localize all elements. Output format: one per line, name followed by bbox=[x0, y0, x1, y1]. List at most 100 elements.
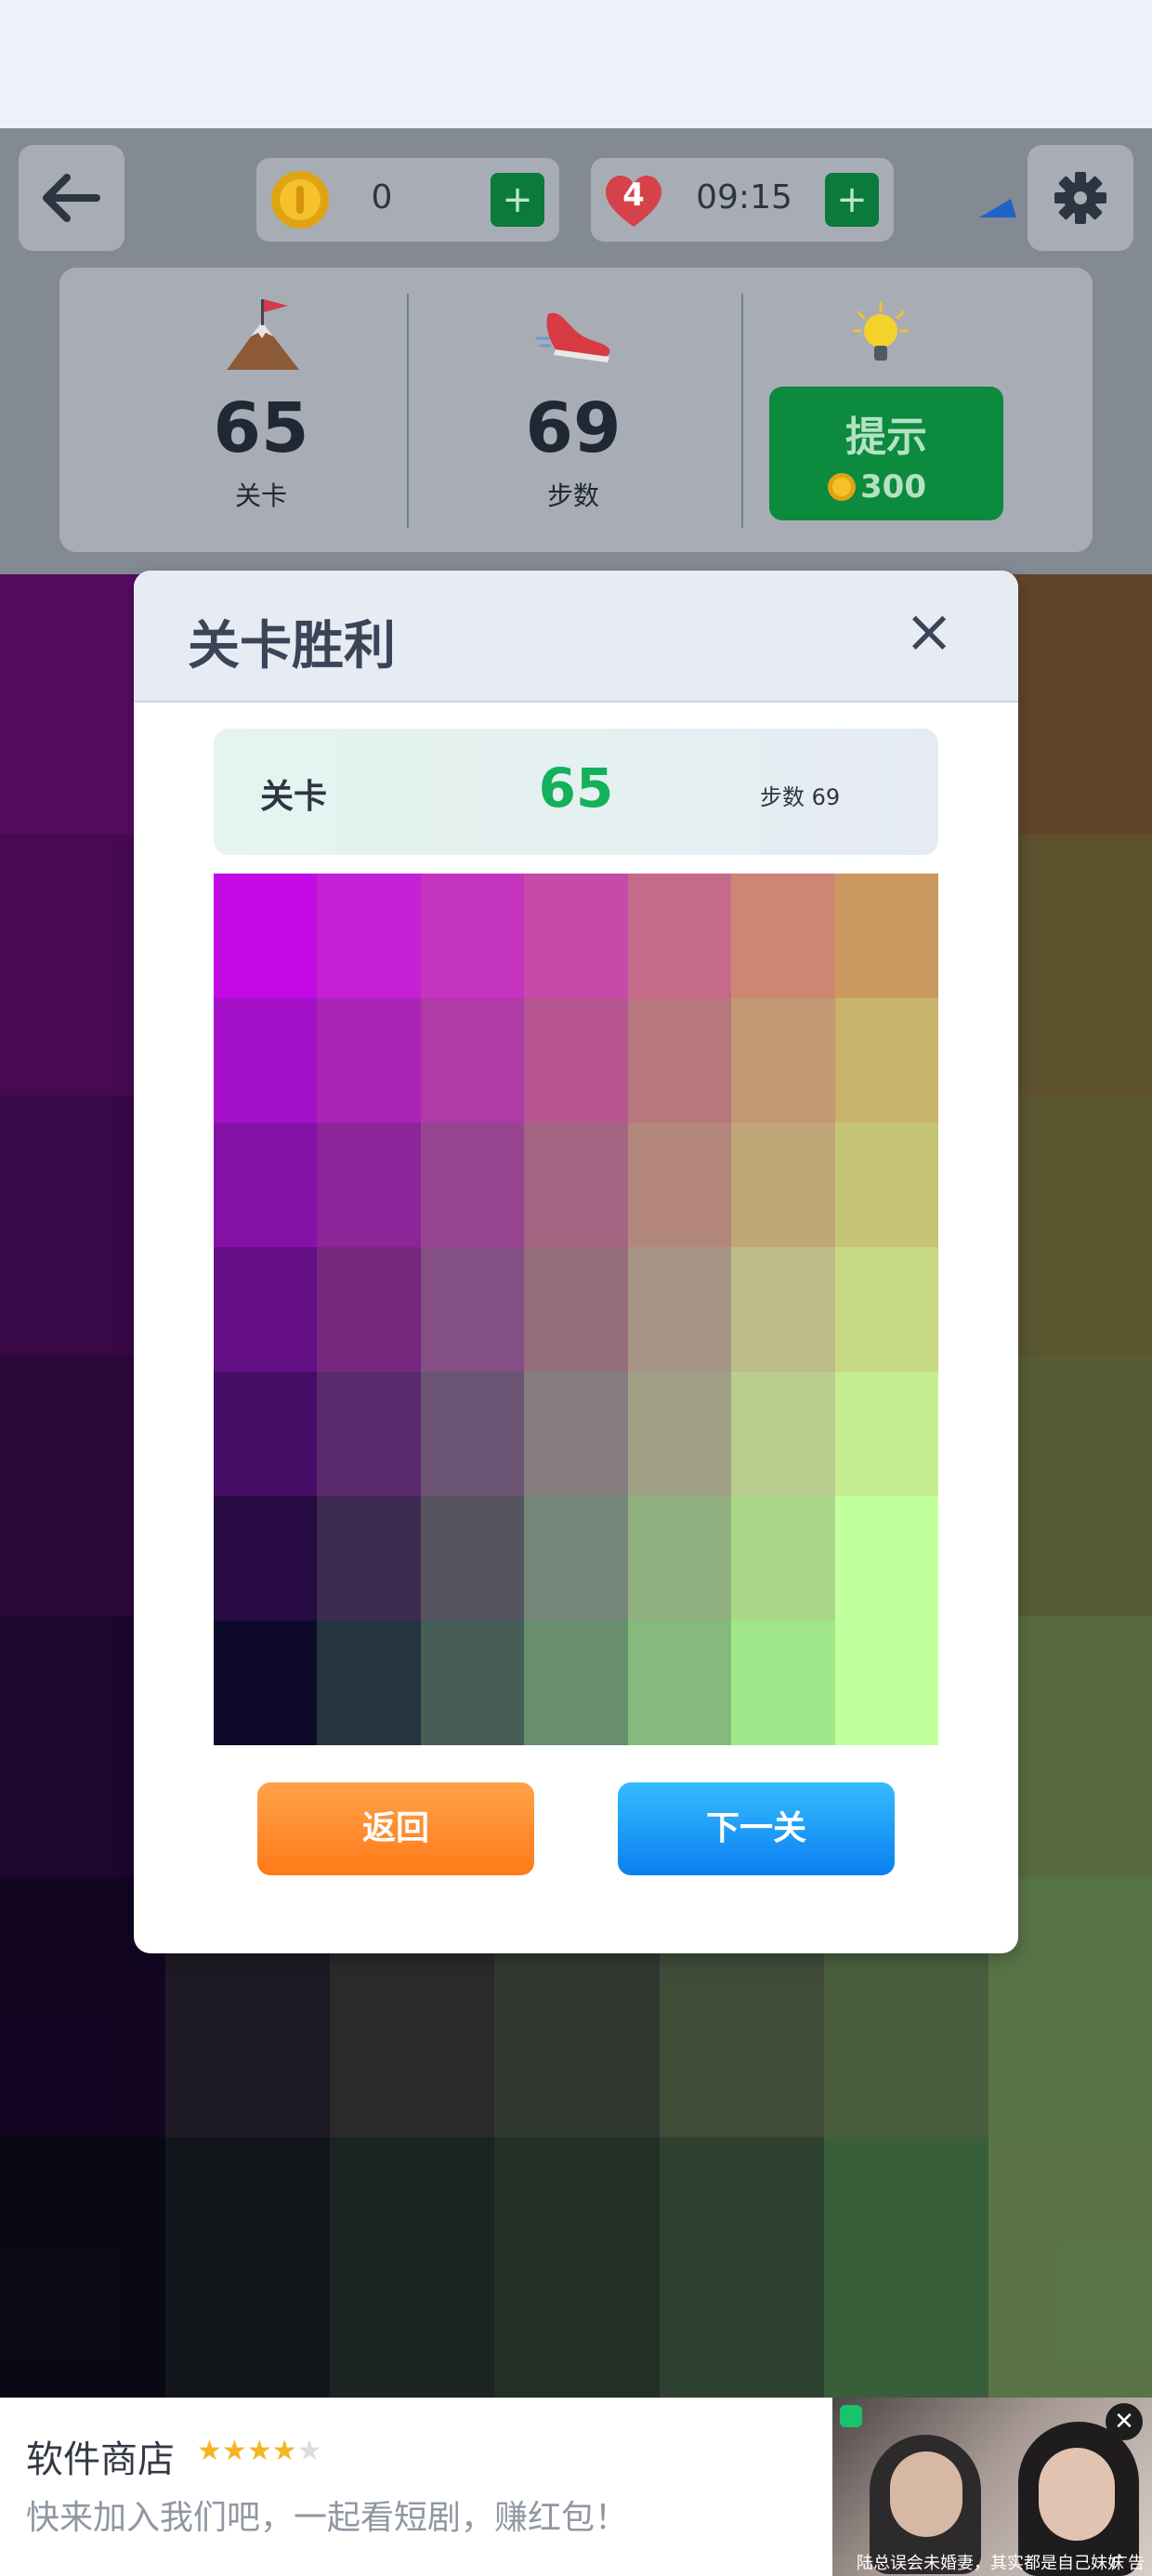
result-tile bbox=[317, 1621, 421, 1745]
back-button[interactable] bbox=[19, 145, 124, 251]
result-tile bbox=[835, 874, 938, 998]
star-icon: ★ bbox=[296, 2435, 322, 2467]
result-tile bbox=[731, 998, 835, 1123]
result-tile bbox=[317, 1123, 421, 1247]
ad-person-left-face bbox=[890, 2451, 962, 2537]
result-tile bbox=[731, 874, 835, 998]
hint-button[interactable]: 提示 300 bbox=[769, 387, 1003, 520]
arrow-left-icon bbox=[43, 174, 100, 222]
result-tile bbox=[421, 874, 524, 998]
result-tile bbox=[835, 1372, 938, 1496]
result-tile bbox=[317, 998, 421, 1123]
stats-panel: 65 关卡 69 步数 提示 300 bbox=[59, 268, 1093, 552]
result-tile bbox=[214, 1123, 317, 1247]
back-button[interactable]: 返回 bbox=[257, 1782, 534, 1875]
result-color-grid bbox=[214, 874, 938, 1745]
result-tile bbox=[524, 998, 628, 1123]
result-tile bbox=[628, 998, 731, 1123]
result-tile bbox=[731, 1496, 835, 1621]
result-tile bbox=[835, 1247, 938, 1372]
lives-count: 4 bbox=[622, 177, 645, 214]
coin-icon bbox=[828, 473, 856, 501]
result-tile bbox=[317, 874, 421, 998]
result-tile bbox=[317, 1247, 421, 1372]
result-tile bbox=[317, 1496, 421, 1621]
hint-cost: 300 bbox=[860, 468, 926, 506]
result-tile bbox=[835, 998, 938, 1123]
result-tile bbox=[628, 1247, 731, 1372]
ad-video-thumbnail[interactable]: ✕ 陆总误会未婚妻，其实都是自己妹妹 广告 bbox=[832, 2398, 1152, 2576]
result-tile bbox=[524, 1247, 628, 1372]
add-coins-button[interactable]: + bbox=[491, 173, 544, 227]
result-tile bbox=[421, 998, 524, 1123]
ad-caption: 陆总误会未婚妻，其实都是自己妹妹 bbox=[857, 2554, 1124, 2573]
mountain-flag-icon bbox=[227, 299, 299, 370]
result-tile bbox=[628, 874, 731, 998]
level-label: 关卡 bbox=[260, 778, 328, 816]
hint-label: 提示 bbox=[845, 414, 927, 461]
result-tile bbox=[317, 1372, 421, 1496]
result-tile bbox=[731, 1123, 835, 1247]
add-lives-button[interactable]: + bbox=[825, 173, 879, 227]
level-value: 65 bbox=[538, 756, 614, 820]
result-tile bbox=[628, 1123, 731, 1247]
result-tile bbox=[524, 1123, 628, 1247]
result-tile bbox=[421, 1247, 524, 1372]
coin-icon bbox=[271, 171, 329, 229]
dialog-title: 关卡胜利 bbox=[188, 616, 396, 677]
lives-counter: 4 09:15 + bbox=[591, 158, 894, 242]
star-icon: ★ bbox=[197, 2435, 222, 2467]
victory-dialog: 关卡胜利 × 关卡 65 步数 69 返回 下一关 bbox=[134, 571, 1018, 1953]
result-tile bbox=[835, 1123, 938, 1247]
steps-label: 步数 bbox=[546, 480, 599, 511]
result-tile bbox=[214, 1621, 317, 1745]
level-value: 65 bbox=[213, 388, 309, 468]
ad-close-button[interactable]: ✕ bbox=[1106, 2403, 1143, 2440]
ad-badge: 广告 bbox=[1111, 2554, 1145, 2573]
coin-count: 0 bbox=[371, 178, 393, 217]
result-tile bbox=[214, 874, 317, 998]
triangle-indicator-icon bbox=[979, 199, 1016, 217]
gear-icon bbox=[1054, 172, 1106, 224]
ad-store-name: 软件商店 bbox=[26, 2438, 175, 2481]
close-button[interactable]: × bbox=[896, 598, 962, 665]
result-tile bbox=[731, 1621, 835, 1745]
divider bbox=[407, 294, 409, 528]
result-tile bbox=[214, 1247, 317, 1372]
result-tile bbox=[214, 998, 317, 1123]
result-tile bbox=[421, 1496, 524, 1621]
result-tile bbox=[524, 874, 628, 998]
status-bar-area bbox=[0, 0, 1152, 128]
result-tile bbox=[731, 1372, 835, 1496]
ad-app-badge bbox=[840, 2405, 862, 2427]
result-tile bbox=[524, 1621, 628, 1745]
next-level-button[interactable]: 下一关 bbox=[618, 1782, 895, 1875]
steps-text: 步数 69 bbox=[760, 784, 841, 810]
star-icon: ★ bbox=[271, 2435, 297, 2467]
result-tile bbox=[214, 1496, 317, 1621]
result-tile bbox=[421, 1123, 524, 1247]
steps-value: 69 bbox=[525, 388, 622, 468]
ad-subtitle: 快来加入我们吧，一起看短剧，赚红包！ bbox=[26, 2499, 629, 2537]
result-tile bbox=[628, 1496, 731, 1621]
ad-rating: ★★★★★ bbox=[197, 2435, 346, 2472]
settings-button[interactable] bbox=[1028, 145, 1133, 251]
life-timer: 09:15 bbox=[696, 178, 792, 217]
result-tile bbox=[524, 1496, 628, 1621]
result-tile bbox=[628, 1372, 731, 1496]
sneaker-icon bbox=[535, 312, 610, 362]
result-tile bbox=[421, 1621, 524, 1745]
result-tile bbox=[214, 1372, 317, 1496]
result-info-card: 关卡 65 步数 69 bbox=[214, 729, 938, 855]
result-tile bbox=[835, 1621, 938, 1745]
result-tile bbox=[524, 1372, 628, 1496]
ad-banner[interactable]: 软件商店 ★★★★★ 快来加入我们吧，一起看短剧，赚红包！ ✕ 陆总误会未婚妻，… bbox=[0, 2398, 1152, 2576]
lightbulb-icon bbox=[853, 301, 909, 361]
star-icon: ★ bbox=[221, 2435, 247, 2467]
result-tile bbox=[628, 1621, 731, 1745]
star-icon: ★ bbox=[246, 2435, 272, 2467]
divider bbox=[741, 294, 743, 528]
dialog-header: 关卡胜利 × bbox=[134, 571, 1018, 703]
ad-person-right-face bbox=[1039, 2448, 1115, 2541]
result-tile bbox=[421, 1372, 524, 1496]
